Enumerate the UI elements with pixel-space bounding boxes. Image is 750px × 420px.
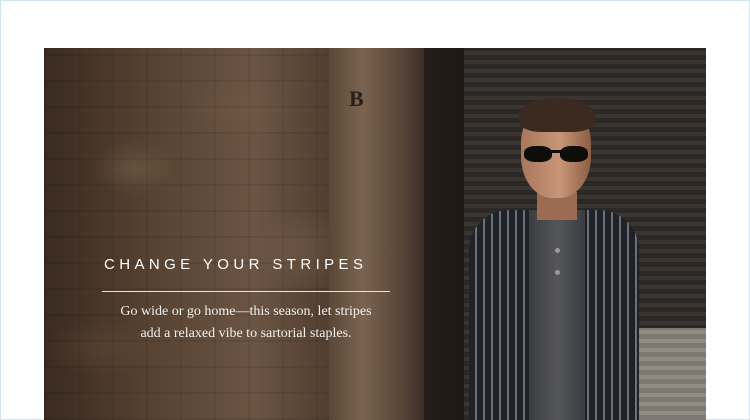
model-hair (519, 98, 595, 132)
shirt-button (555, 270, 560, 275)
pillar-letter: B (349, 86, 364, 111)
editorial-photo: B (44, 48, 706, 420)
headline-divider (102, 291, 390, 292)
stone-pillar (329, 48, 424, 420)
feature-headline: CHANGE YOUR STRIPES (104, 256, 368, 273)
model-figure (429, 98, 639, 420)
henley-shirt (529, 210, 585, 420)
feature-blurb: Go wide or go home—this season, let stri… (120, 304, 372, 341)
shirt-button (555, 248, 560, 253)
sunglasses-icon (524, 146, 590, 162)
